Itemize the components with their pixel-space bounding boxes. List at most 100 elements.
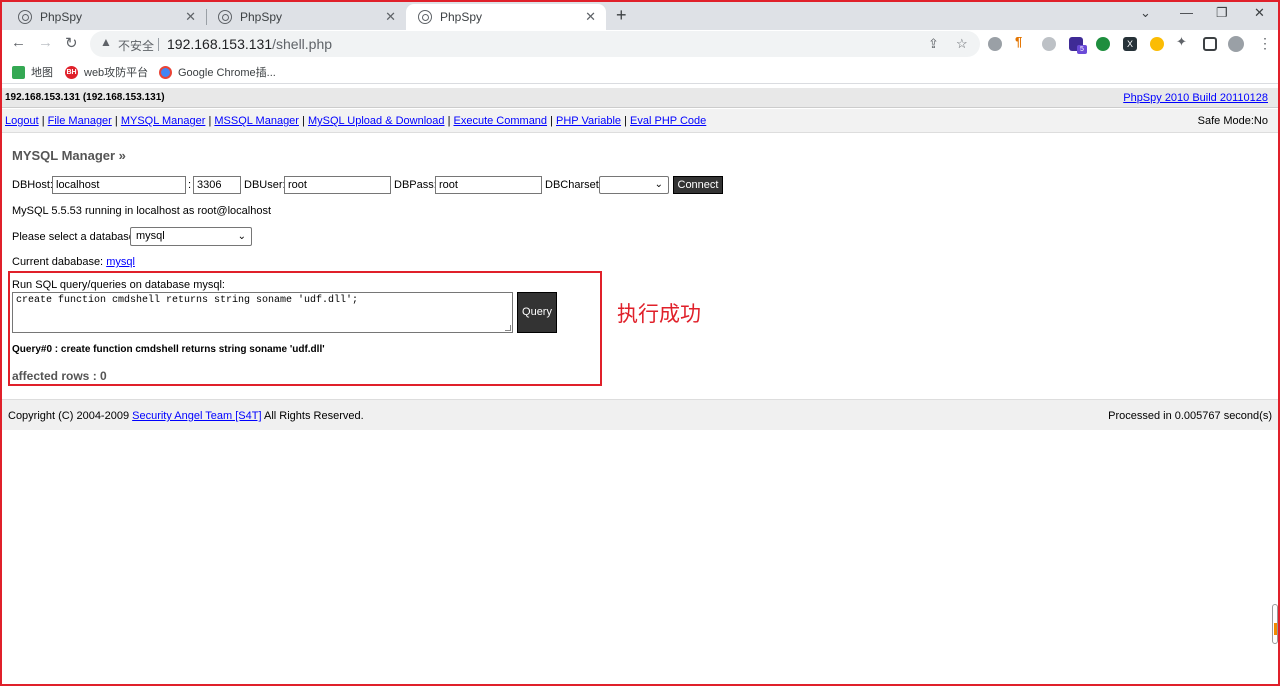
reload-icon[interactable]: ↻	[65, 34, 78, 52]
query-button[interactable]: Query	[517, 292, 557, 333]
new-tab-button[interactable]: +	[616, 5, 627, 26]
menu-logout[interactable]: Logout	[5, 115, 39, 127]
connection-form: DBHost: localhost : 3306 DBUser: root DB…	[12, 175, 732, 195]
dbuser-label: DBUser:	[244, 179, 286, 191]
success-annotation: 执行成功	[617, 302, 701, 326]
nav-menu: Logout | File Manager | MYSQL Manager | …	[0, 109, 1280, 133]
chrome-icon	[159, 65, 172, 79]
safe-mode-status: Safe Mode:No	[1197, 115, 1268, 127]
globe-icon	[418, 10, 432, 24]
close-icon[interactable]: ✕	[185, 9, 196, 25]
tab-title: PhpSpy	[440, 10, 483, 24]
maps-icon	[12, 65, 25, 79]
team-link[interactable]: Security Angel Team [S4T]	[132, 410, 261, 422]
bookmark-label: Google Chrome插...	[178, 67, 276, 79]
dbhost-label: DBHost:	[12, 179, 53, 191]
bookmark-maps[interactable]: 地图	[12, 64, 53, 80]
bookmarks-bar: 地图 BH web攻防平台 Google Chrome插...	[0, 58, 1280, 84]
close-icon[interactable]: ✕	[585, 9, 596, 25]
page-footer: Copyright (C) 2004-2009 Security Angel T…	[0, 399, 1280, 430]
database-select-value: mysql	[136, 230, 165, 242]
maximize-button[interactable]: ❐	[1216, 5, 1228, 21]
menu-eval-php[interactable]: Eval PHP Code	[630, 115, 706, 127]
bookmark-star-icon[interactable]: ☆	[956, 36, 968, 52]
dbpass-input[interactable]: root	[435, 176, 542, 194]
tab-search-icon[interactable]: ⌄	[1140, 5, 1151, 21]
chevron-down-icon: ⌄	[654, 179, 663, 190]
side-scroll-widget[interactable]	[1272, 604, 1278, 644]
database-select[interactable]: mysql ⌄	[130, 227, 252, 246]
page-content: 192.168.153.131 (192.168.153.131) PhpSpy…	[0, 86, 1280, 686]
menu-php-variable[interactable]: PHP Variable	[556, 115, 621, 127]
dbcharset-label: DBCharset:	[545, 179, 602, 191]
current-db-label: Current dababase:	[12, 256, 104, 268]
tab-strip: PhpSpy ✕ PhpSpy ✕ PhpSpy ✕ + ⌄ — ❐ ✕	[0, 0, 1280, 30]
page-title: MYSQL Manager »	[12, 148, 126, 163]
port-separator: :	[188, 179, 192, 191]
dbhost-input[interactable]: localhost	[52, 176, 186, 194]
query-result: Query#0 : create function cmdshell retur…	[12, 344, 325, 355]
extension-badge: 5	[1077, 45, 1087, 54]
tab-phpspy-3[interactable]: PhpSpy ✕	[406, 4, 606, 30]
minimize-button[interactable]: —	[1180, 5, 1193, 20]
version-link[interactable]: PhpSpy 2010 Build 20110128	[1123, 92, 1268, 104]
affected-rows: affected rows : 0	[12, 369, 107, 383]
share-icon[interactable]: ⇪	[928, 36, 939, 52]
sql-query-text: create function cmdshell returns string …	[16, 295, 359, 306]
copyright-prefix: Copyright (C) 2004-2009	[8, 410, 133, 422]
current-db-link[interactable]: mysql	[106, 256, 135, 268]
url-text[interactable]: 192.168.153.131/shell.php	[167, 36, 332, 52]
sql-query-textarea[interactable]: create function cmdshell returns string …	[12, 292, 513, 333]
menu-kebab-icon[interactable]: ⋮	[1258, 35, 1272, 52]
menu-links: Logout | File Manager | MYSQL Manager | …	[5, 115, 707, 127]
tab-title: PhpSpy	[240, 10, 283, 24]
copyright: Copyright (C) 2004-2009 Security Angel T…	[8, 410, 364, 422]
dbpass-label: DBPass:	[394, 179, 437, 191]
run-sql-label: Run SQL query/queries on database mysql:	[12, 279, 225, 291]
bh-icon: BH	[65, 65, 78, 79]
url-separator	[158, 38, 159, 51]
extensions-puzzle-icon[interactable]: ✦	[1176, 34, 1190, 49]
dbuser-input[interactable]: root	[284, 176, 391, 194]
browser-toolbar: ← → ↻ ▲ 不安全 192.168.153.131/shell.php ⇪ …	[0, 30, 1280, 58]
menu-file-manager[interactable]: File Manager	[48, 115, 112, 127]
dbport-input[interactable]: 3306	[193, 176, 241, 194]
menu-execute-command[interactable]: Execute Command	[454, 115, 548, 127]
dbcharset-select[interactable]: ⌄	[599, 176, 669, 194]
warning-icon: ▲	[100, 35, 112, 49]
extension-shield-icon[interactable]	[1096, 37, 1110, 51]
extension-color-icon[interactable]	[1150, 37, 1164, 51]
address-bar[interactable]: ▲ 不安全 192.168.153.131/shell.php ⇪ ☆	[90, 31, 980, 57]
extension-globe-icon[interactable]	[988, 37, 1002, 51]
current-database: Current dababase: mysql	[12, 256, 135, 268]
menu-mysql-upload[interactable]: MySQL Upload & Download	[308, 115, 445, 127]
menu-mssql-manager[interactable]: MSSQL Manager	[214, 115, 299, 127]
tab-phpspy-1[interactable]: PhpSpy ✕	[6, 4, 207, 30]
extension-x-icon[interactable]: X	[1123, 37, 1137, 51]
connect-button[interactable]: Connect	[673, 176, 723, 194]
bookmark-label: 地图	[31, 67, 53, 79]
back-icon[interactable]: ←	[11, 34, 26, 51]
bookmark-chrome-plugins[interactable]: Google Chrome插...	[159, 64, 276, 80]
security-label[interactable]: 不安全	[118, 37, 154, 54]
bookmark-label: web攻防平台	[84, 67, 149, 79]
close-icon[interactable]: ✕	[385, 9, 396, 25]
chevron-down-icon: ⌄	[237, 231, 246, 242]
tab-title: PhpSpy	[40, 10, 83, 24]
window-close-button[interactable]: ✕	[1254, 5, 1265, 21]
extension-gear-icon[interactable]	[1042, 37, 1056, 51]
copyright-suffix: All Rights Reserved.	[261, 410, 364, 422]
processed-time: Processed in 0.005767 second(s)	[1108, 410, 1272, 422]
forward-icon[interactable]: →	[38, 34, 53, 51]
url-host: 192.168.153.131	[167, 36, 273, 52]
extension-pilcrow-icon[interactable]: ¶	[1015, 34, 1029, 49]
url-path: /shell.php	[272, 36, 333, 52]
side-panel-icon[interactable]	[1203, 37, 1217, 51]
select-db-label: Please select a database:	[12, 231, 138, 243]
tab-phpspy-2[interactable]: PhpSpy ✕	[206, 4, 406, 30]
resize-grip-icon[interactable]	[505, 325, 511, 331]
bookmark-web-platform[interactable]: BH web攻防平台	[65, 64, 148, 80]
menu-mysql-manager[interactable]: MYSQL Manager	[121, 115, 206, 127]
host-info: 192.168.153.131 (192.168.153.131)	[5, 92, 165, 103]
profile-avatar-icon[interactable]	[1228, 36, 1244, 52]
